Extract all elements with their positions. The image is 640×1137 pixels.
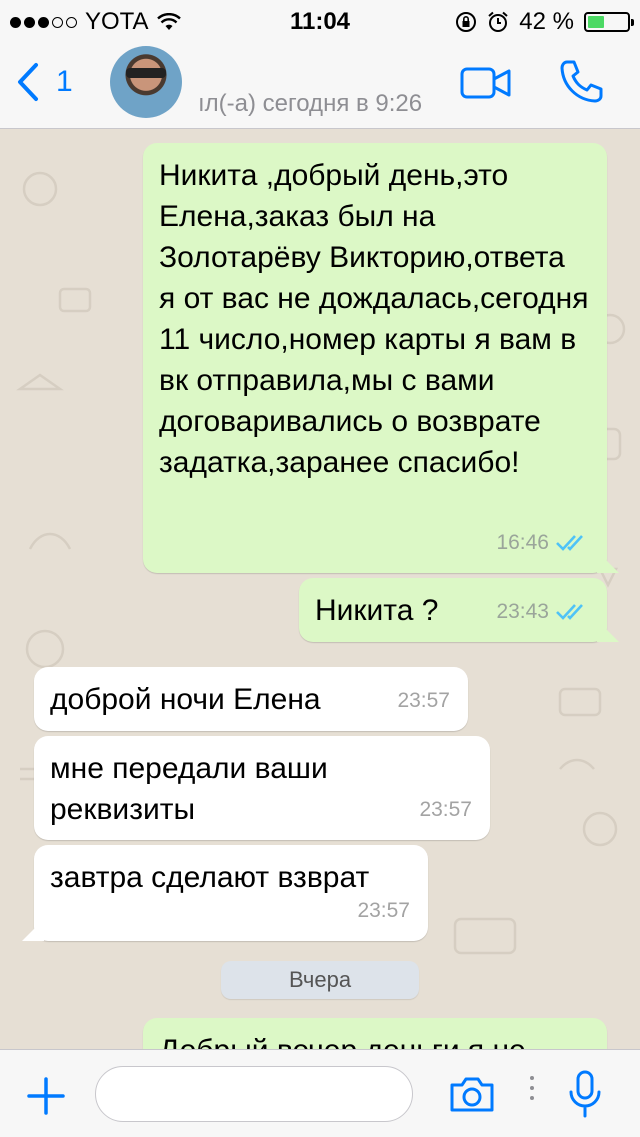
chat-header: 1 ıл(-а) сегодня в 9:26 [0, 40, 640, 129]
camera-icon[interactable] [448, 1075, 496, 1113]
last-seen-status[interactable]: ıл(-а) сегодня в 9:26 [198, 90, 422, 118]
message-time: 23:57 [419, 798, 472, 821]
message-time: 23:57 [397, 689, 450, 712]
message-bubble-outgoing[interactable]: Никита ? 23:43 [299, 578, 619, 642]
message-text: Никита ,добрый день,это Елена,заказ был … [159, 159, 597, 479]
battery-percent: 42 % [519, 8, 574, 35]
video-call-icon[interactable] [460, 66, 512, 100]
read-receipt-icon [556, 534, 583, 551]
message-text: завтра сделают взврат [50, 861, 370, 894]
rotation-lock-icon [456, 12, 477, 32]
message-text: доброй ночи Елена [50, 683, 321, 716]
unread-count: 1 [56, 65, 73, 98]
compose-bar [0, 1049, 640, 1137]
message-bubble-incoming[interactable]: мне передали ваши реквизиты 23:57 [34, 736, 490, 840]
phone-icon[interactable] [558, 58, 604, 104]
avatar[interactable] [110, 46, 182, 118]
alarm-icon [488, 11, 508, 32]
message-time: 16:46 [496, 531, 549, 554]
battery-icon [584, 12, 634, 32]
message-bubble-incoming[interactable]: завтра сделают взврат 23:57 [22, 845, 428, 941]
message-input[interactable] [95, 1066, 413, 1122]
message-text: мне передали ваши реквизиты [50, 752, 337, 826]
status-bar: YOTA 11:04 42 % [0, 0, 640, 40]
date-separator: Вчера [221, 961, 419, 999]
message-time: 23:57 [357, 899, 410, 922]
microphone-icon[interactable] [568, 1070, 602, 1118]
message-bubble-outgoing[interactable]: Добрый вечер деньги я не [143, 1018, 607, 1049]
message-bubble-outgoing[interactable]: Никита ,добрый день,это Елена,заказ был … [143, 143, 619, 573]
message-list[interactable]: Никита ,добрый день,это Елена,заказ был … [0, 129, 640, 1049]
back-button[interactable]: 1 [14, 62, 73, 102]
attach-plus-icon[interactable] [26, 1076, 66, 1116]
more-dots-icon [530, 1076, 534, 1100]
message-time: 23:43 [496, 600, 549, 623]
back-chevron-icon [18, 63, 38, 101]
message-text: Добрый вечер деньги я не [159, 1030, 589, 1049]
message-bubble-incoming[interactable]: доброй ночи Елена 23:57 [34, 667, 468, 731]
read-receipt-icon [556, 603, 583, 620]
